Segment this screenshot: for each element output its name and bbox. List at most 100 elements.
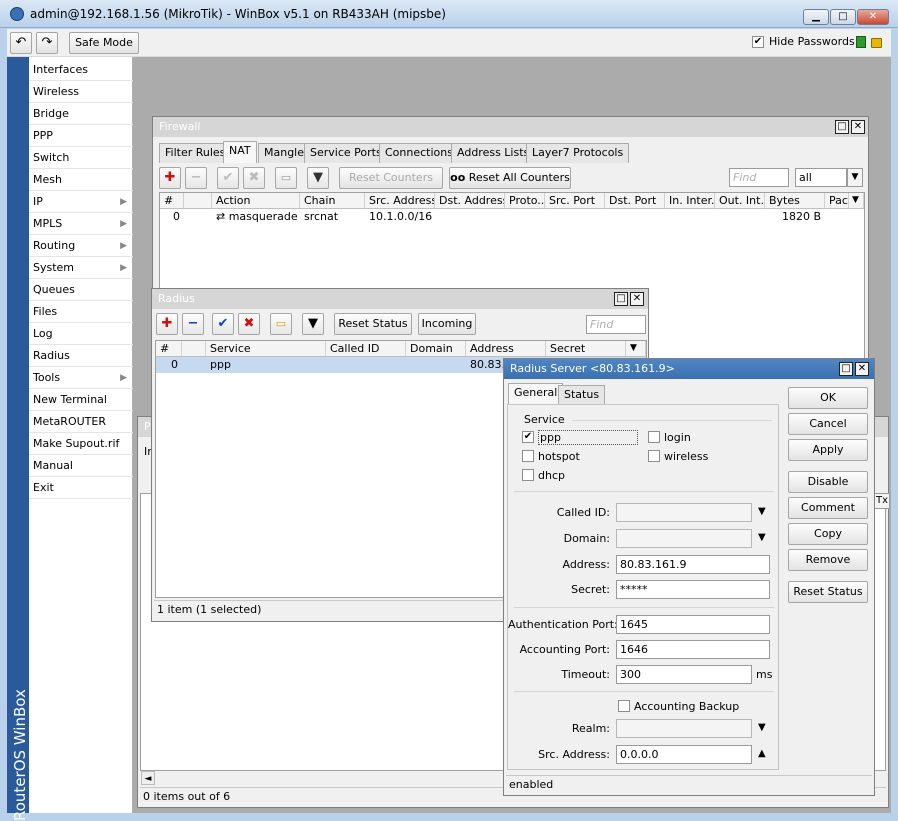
safe-mode-button[interactable]: Safe Mode xyxy=(69,32,139,54)
hotspot-checkbox[interactable] xyxy=(522,450,534,462)
firewall-maximize-button[interactable]: □ xyxy=(835,120,849,134)
ok-button[interactable]: OK xyxy=(788,387,868,409)
realm-dropdown-icon[interactable]: ▼ xyxy=(758,722,766,733)
menu-item-metarouter[interactable]: MetaROUTER xyxy=(29,411,133,433)
menu-item-mpls[interactable]: MPLS ▶ xyxy=(29,213,133,235)
server-reset-status-button[interactable]: Reset Status xyxy=(788,581,868,603)
dhcp-checkbox[interactable] xyxy=(522,469,534,481)
called-id-field[interactable] xyxy=(616,503,752,522)
redo-button[interactable]: ↷ xyxy=(36,32,58,54)
maximize-button[interactable]: □ xyxy=(830,9,856,25)
tab-filter-rules[interactable]: Filter Rules xyxy=(159,143,232,163)
col-in-interface[interactable]: In. Inter... xyxy=(665,193,715,209)
tab-address-lists[interactable]: Address Lists xyxy=(451,143,536,163)
radius-enable-icon[interactable]: ✔ xyxy=(212,313,234,335)
add-icon[interactable]: ✚ xyxy=(159,167,181,189)
undo-button[interactable]: ↶ xyxy=(10,32,32,54)
col-called-id[interactable]: Called ID xyxy=(326,341,406,357)
col-secret[interactable]: Secret xyxy=(546,341,626,357)
server-maximize-button[interactable]: □ xyxy=(839,362,853,376)
menu-item-queues[interactable]: Queues xyxy=(29,279,133,301)
acct-port-field[interactable]: 1646 xyxy=(616,640,770,659)
tab-status[interactable]: Status xyxy=(558,385,606,405)
radius-disable-icon[interactable]: ✖ xyxy=(238,313,260,335)
firewall-close-button[interactable]: ✕ xyxy=(851,120,865,134)
filter-dropdown-icon[interactable]: ▼ xyxy=(847,168,863,187)
col-bytes[interactable]: Bytes xyxy=(765,193,825,209)
close-button[interactable]: ✕ xyxy=(857,9,889,25)
firewall-find-input[interactable]: Find xyxy=(729,168,789,187)
radius-close-button[interactable]: ✕ xyxy=(630,292,644,306)
firewall-filter-select[interactable]: all xyxy=(795,168,847,187)
tab-nat[interactable]: NAT xyxy=(223,141,257,163)
copy-button[interactable]: Copy xyxy=(788,523,868,545)
realm-field[interactable] xyxy=(616,719,752,738)
scroll-left-button[interactable]: ◄ xyxy=(141,771,155,785)
menu-item-routing[interactable]: Routing ▶ xyxy=(29,235,133,257)
domain-dropdown-icon[interactable]: ▼ xyxy=(758,532,766,543)
menu-item-files[interactable]: Files xyxy=(29,301,133,323)
menu-item-ip[interactable]: IP ▶ xyxy=(29,191,133,213)
tab-connections[interactable]: Connections xyxy=(379,143,459,163)
col-num[interactable]: # xyxy=(160,193,184,209)
radius-find-input[interactable]: Find xyxy=(586,315,646,334)
cancel-button[interactable]: Cancel xyxy=(788,413,868,435)
col-action[interactable]: Action xyxy=(212,193,300,209)
menu-item-wireless[interactable]: Wireless xyxy=(29,81,133,103)
disable-button[interactable]: Disable xyxy=(788,471,868,493)
hide-passwords-checkbox[interactable]: ✔ xyxy=(752,36,764,48)
auth-port-field[interactable]: 1645 xyxy=(616,615,770,634)
col-src-port[interactable]: Src. Port xyxy=(545,193,605,209)
col-chain[interactable]: Chain xyxy=(300,193,365,209)
menu-item-switch[interactable]: Switch xyxy=(29,147,133,169)
menu-item-exit[interactable]: Exit xyxy=(29,477,133,499)
col-dst-address[interactable]: Dst. Address xyxy=(435,193,505,209)
incoming-button[interactable]: Incoming xyxy=(418,313,476,335)
tab-mangle[interactable]: Mangle xyxy=(258,143,311,163)
reset-all-counters-button[interactable]: oo Reset All Counters xyxy=(449,167,571,189)
apply-button[interactable]: Apply xyxy=(788,439,868,461)
tab-service-ports[interactable]: Service Ports xyxy=(304,143,388,163)
server-close-button[interactable]: ✕ xyxy=(855,362,869,376)
src-address-field[interactable]: 0.0.0.0 xyxy=(616,745,752,764)
minimize-button[interactable]: ▁ xyxy=(803,9,829,25)
col-address[interactable]: Address xyxy=(466,341,546,357)
tab-general[interactable]: General xyxy=(508,383,564,405)
login-checkbox[interactable] xyxy=(648,431,660,443)
disable-icon[interactable]: ✖ xyxy=(243,167,265,189)
timeout-field[interactable]: 300 xyxy=(616,665,752,684)
wireless-checkbox[interactable] xyxy=(648,450,660,462)
columns-dropdown-icon[interactable]: ▼ xyxy=(849,193,864,209)
col-protocol[interactable]: Proto... xyxy=(505,193,545,209)
menu-item-log[interactable]: Log xyxy=(29,323,133,345)
menu-item-manual[interactable]: Manual xyxy=(29,455,133,477)
domain-field[interactable] xyxy=(616,529,752,548)
col-out-interface[interactable]: Out. Int... xyxy=(715,193,765,209)
accounting-backup-checkbox[interactable] xyxy=(618,700,630,712)
menu-item-new-terminal[interactable]: New Terminal xyxy=(29,389,133,411)
col-service[interactable]: Service xyxy=(206,341,326,357)
comment-icon[interactable]: ▭ xyxy=(275,167,297,189)
menu-item-tools[interactable]: Tools ▶ xyxy=(29,367,133,389)
col-flag[interactable] xyxy=(184,193,212,209)
radius-add-icon[interactable]: ✚ xyxy=(156,313,178,335)
col-packets[interactable]: Pack xyxy=(825,193,849,209)
src-address-up-icon[interactable]: ▲ xyxy=(758,748,766,759)
col-domain[interactable]: Domain xyxy=(406,341,466,357)
menu-item-bridge[interactable]: Bridge xyxy=(29,103,133,125)
radius-remove-icon[interactable]: − xyxy=(182,313,204,335)
radius-comment-icon[interactable]: ▭ xyxy=(270,313,292,335)
radius-filter-icon[interactable]: ▼ xyxy=(302,313,324,335)
table-row[interactable]: 0 ⇄ masquerade srcnat 10.1.0.0/16 1820 B xyxy=(160,209,864,225)
columns-dropdown-icon[interactable]: ▼ xyxy=(626,341,646,357)
col-num[interactable]: # xyxy=(156,341,182,357)
secret-field[interactable]: ***** xyxy=(616,580,770,599)
menu-item-radius[interactable]: Radius xyxy=(29,345,133,367)
enable-icon[interactable]: ✔ xyxy=(217,167,239,189)
ppp-checkbox[interactable]: ✔ xyxy=(522,431,534,443)
reset-status-button[interactable]: Reset Status xyxy=(334,313,412,335)
filter-icon[interactable]: ▼ xyxy=(307,167,329,189)
col-dst-port[interactable]: Dst. Port xyxy=(605,193,665,209)
menu-item-make-supout-rif[interactable]: Make Supout.rif xyxy=(29,433,133,455)
col-src-address[interactable]: Src. Address xyxy=(365,193,435,209)
